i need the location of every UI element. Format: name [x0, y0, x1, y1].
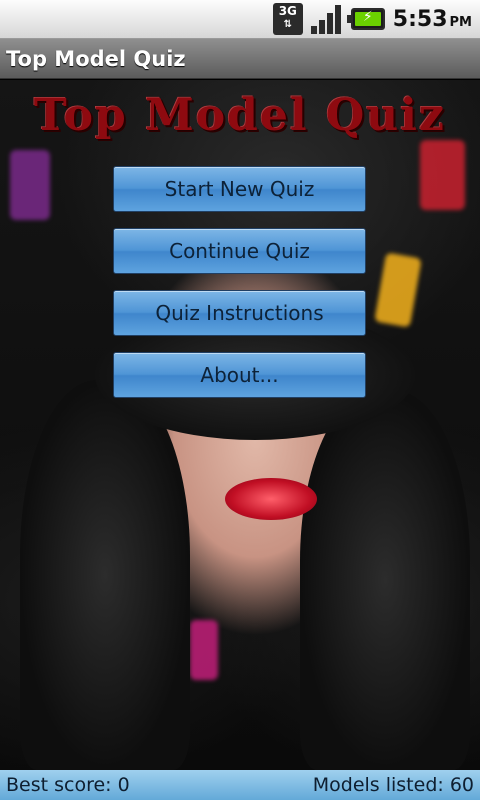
title-bar: Top Model Quiz: [0, 39, 480, 79]
models-listed-label: Models listed: 60: [312, 774, 474, 796]
right-glove-image: [300, 390, 470, 770]
decorative-shape: [374, 252, 422, 328]
best-score-label: Best score: 0: [6, 774, 130, 796]
main-menu: Start New Quiz Continue Quiz Quiz Instru…: [113, 166, 366, 414]
about-button[interactable]: About...: [113, 352, 366, 398]
clock: 5:53 PM: [393, 7, 472, 32]
decorative-shape: [190, 620, 218, 680]
app-title: Top Model Quiz: [6, 46, 186, 71]
signal-strength-icon: [310, 4, 343, 34]
data-activity-arrows-icon: ⇅: [283, 19, 292, 30]
status-bar: 3G ⇅ ⚡ 5:53 PM: [0, 0, 480, 39]
decorative-shape: [10, 150, 50, 220]
app-logo: Top Model Quiz: [34, 90, 446, 141]
clock-ampm: PM: [449, 14, 472, 30]
decorative-shape: [420, 140, 465, 210]
continue-quiz-button[interactable]: Continue Quiz: [113, 228, 366, 274]
clock-time: 5:53: [392, 6, 448, 32]
status-icons: 3G ⇅ ⚡ 5:53 PM: [272, 0, 472, 38]
lips-image: [225, 478, 317, 520]
footer-bar: Best score: 0 Models listed: 60: [0, 770, 480, 800]
battery-charging-icon: ⚡: [346, 8, 385, 30]
start-new-quiz-button[interactable]: Start New Quiz: [113, 166, 366, 212]
quiz-instructions-button[interactable]: Quiz Instructions: [113, 290, 366, 336]
network-3g-icon: 3G ⇅: [272, 3, 303, 35]
left-glove-image: [20, 380, 190, 770]
network-type-label: 3G: [278, 4, 297, 18]
